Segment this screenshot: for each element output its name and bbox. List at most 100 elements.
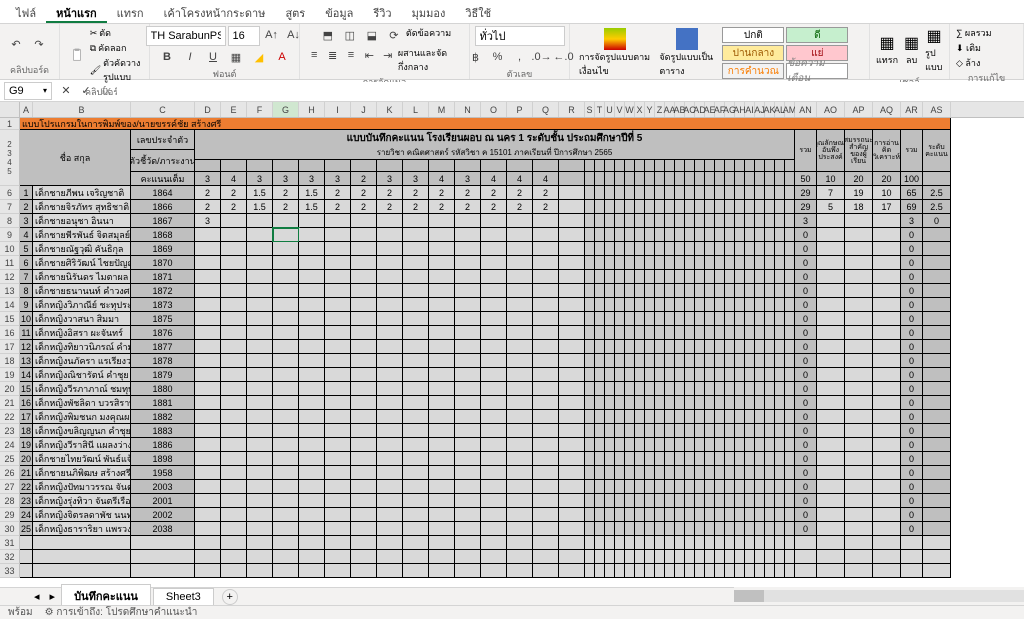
cell[interactable] <box>605 256 615 270</box>
cell[interactable]: 3 <box>20 214 33 228</box>
cell[interactable] <box>695 242 705 256</box>
cell[interactable] <box>655 382 665 396</box>
cell[interactable] <box>873 326 901 340</box>
cell[interactable]: การอ่านคิดวิเคราะห์ <box>873 130 901 172</box>
cell[interactable]: 2 <box>455 200 481 214</box>
cell[interactable] <box>351 298 377 312</box>
cell[interactable]: 1.5 <box>247 200 273 214</box>
cell[interactable]: 0 <box>795 466 817 480</box>
cell[interactable] <box>675 522 685 536</box>
cell[interactable]: 2 <box>377 200 403 214</box>
cell[interactable] <box>507 508 533 522</box>
cell[interactable] <box>675 508 685 522</box>
row-header[interactable]: 33 <box>0 564 20 578</box>
cell[interactable] <box>705 172 715 186</box>
cell[interactable] <box>605 536 615 550</box>
cell[interactable] <box>725 466 735 480</box>
cell[interactable]: 0 <box>795 382 817 396</box>
cell[interactable]: เด็กหญิงพัชลิดา บวรสิราษ <box>33 396 131 410</box>
row-header[interactable]: 26 <box>0 466 20 480</box>
cell[interactable] <box>725 354 735 368</box>
sheet-nav-icon[interactable]: ▸ <box>46 590 60 603</box>
cell[interactable] <box>273 452 299 466</box>
cell[interactable] <box>645 354 655 368</box>
cell[interactable] <box>785 312 795 326</box>
cell[interactable] <box>675 382 685 396</box>
cell[interactable] <box>595 494 605 508</box>
cell[interactable] <box>725 564 735 578</box>
cell[interactable] <box>533 550 559 564</box>
cell[interactable] <box>675 186 685 200</box>
cell[interactable] <box>775 242 785 256</box>
italic-button[interactable]: I <box>180 48 200 66</box>
cell[interactable] <box>585 368 595 382</box>
cell[interactable] <box>745 424 755 438</box>
cell[interactable] <box>595 298 605 312</box>
cell[interactable] <box>377 564 403 578</box>
cell[interactable] <box>715 382 725 396</box>
cell[interactable] <box>131 550 195 564</box>
cell[interactable] <box>403 564 429 578</box>
cell[interactable] <box>775 312 785 326</box>
cell[interactable] <box>325 270 351 284</box>
cell[interactable] <box>873 536 901 550</box>
cell[interactable]: 1881 <box>131 396 195 410</box>
copy-icon[interactable]: ⧉ <box>90 43 96 54</box>
cell[interactable] <box>533 368 559 382</box>
cell[interactable] <box>635 452 645 466</box>
cell[interactable] <box>715 242 725 256</box>
cell[interactable] <box>273 508 299 522</box>
cell[interactable] <box>455 228 481 242</box>
cell[interactable] <box>665 508 675 522</box>
cell[interactable] <box>765 160 775 172</box>
cell[interactable] <box>735 242 745 256</box>
cell[interactable] <box>429 228 455 242</box>
cell[interactable]: เด็กชายธนานนท์ คำวงศคล <box>33 284 131 298</box>
cell[interactable] <box>507 298 533 312</box>
cell[interactable]: 2 <box>377 186 403 200</box>
cell[interactable] <box>625 312 635 326</box>
cell[interactable] <box>685 382 695 396</box>
cell[interactable] <box>675 228 685 242</box>
cell[interactable] <box>481 160 507 172</box>
cell[interactable] <box>745 564 755 578</box>
cell[interactable] <box>481 284 507 298</box>
cell[interactable] <box>325 382 351 396</box>
ribbon-tab-3[interactable]: เค้าโครงหน้ากระดาษ <box>154 0 276 23</box>
cell[interactable] <box>745 536 755 550</box>
cell[interactable] <box>625 298 635 312</box>
cell[interactable] <box>635 270 645 284</box>
cell[interactable] <box>507 382 533 396</box>
cell[interactable] <box>455 550 481 564</box>
align-top-icon[interactable]: ⬒ <box>318 26 338 44</box>
cell[interactable]: 6 <box>20 256 33 270</box>
cell[interactable] <box>715 270 725 284</box>
cell[interactable] <box>923 340 951 354</box>
cell[interactable] <box>635 242 645 256</box>
cell[interactable] <box>325 312 351 326</box>
cell[interactable]: 2 <box>533 186 559 200</box>
cell[interactable]: 2 <box>403 186 429 200</box>
cell[interactable] <box>775 424 785 438</box>
cell[interactable] <box>765 298 775 312</box>
cell[interactable] <box>559 550 585 564</box>
cell[interactable] <box>873 452 901 466</box>
cell[interactable] <box>645 256 655 270</box>
align-right-icon[interactable]: ≡ <box>343 46 359 64</box>
cell[interactable]: เด็กชายณัฐวุฒิ คันธิกุล <box>33 242 131 256</box>
cell[interactable] <box>675 480 685 494</box>
cell[interactable] <box>923 466 951 480</box>
ribbon-tab-1[interactable]: หน้าแรก <box>46 0 107 23</box>
cell[interactable] <box>559 200 585 214</box>
cell[interactable] <box>655 522 665 536</box>
cell[interactable] <box>725 172 735 186</box>
cell[interactable] <box>775 522 785 536</box>
cell[interactable] <box>351 396 377 410</box>
cell[interactable] <box>403 508 429 522</box>
cell[interactable] <box>625 200 635 214</box>
number-format-select[interactable] <box>475 26 565 46</box>
cell[interactable] <box>685 508 695 522</box>
cell[interactable] <box>755 480 765 494</box>
cell[interactable]: 0 <box>901 494 923 508</box>
cell[interactable] <box>299 466 325 480</box>
